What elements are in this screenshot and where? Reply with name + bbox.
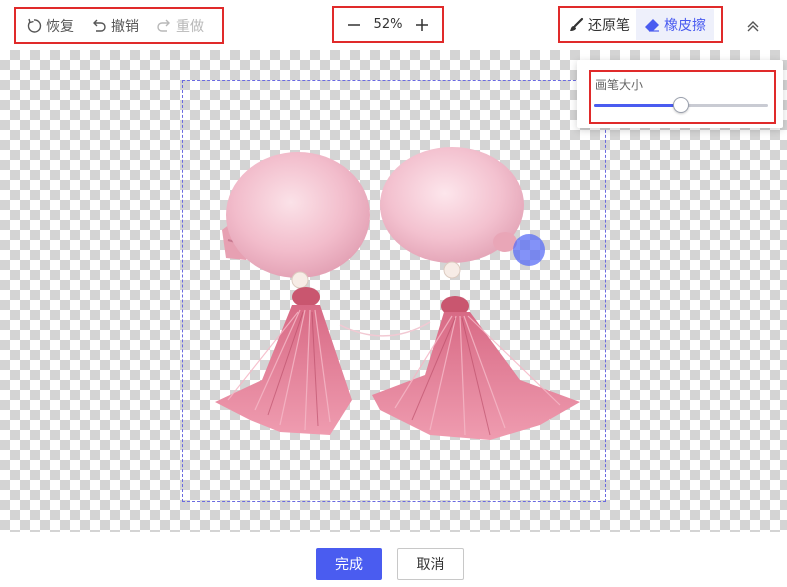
- chevron-double-up-icon[interactable]: [745, 18, 761, 34]
- confirm-button[interactable]: 完成: [316, 548, 382, 580]
- eraser-button[interactable]: 橡皮擦: [636, 9, 714, 40]
- undo-arrow-icon: [93, 19, 106, 32]
- eraser-label: 橡皮擦: [664, 17, 706, 34]
- editor-toolbar: 恢复 撤销 重做 52% 还原笔 橡皮擦: [0, 0, 787, 50]
- brush-size-label: 画笔大小: [595, 78, 644, 92]
- brush-size-slider-thumb[interactable]: [673, 97, 689, 113]
- redo-arrow-icon: [157, 19, 170, 32]
- tools-group: 还原笔 橡皮擦: [558, 6, 723, 43]
- zoom-group: 52%: [332, 6, 444, 43]
- plus-icon[interactable]: [414, 17, 430, 33]
- undo-button[interactable]: 撤销: [91, 16, 139, 36]
- eraser-icon: [645, 18, 659, 32]
- redo-button[interactable]: 重做: [156, 16, 204, 36]
- zoom-value: 52%: [373, 17, 403, 32]
- history-group: 恢复 撤销 重做: [14, 7, 224, 44]
- restore-label: 恢复: [46, 18, 74, 35]
- brush-size-slider[interactable]: [594, 97, 768, 113]
- footer-bar: 完成 取消: [0, 532, 787, 587]
- restore-brush-label: 还原笔: [588, 17, 630, 34]
- undo-label: 撤销: [111, 18, 139, 35]
- cancel-button[interactable]: 取消: [397, 548, 464, 580]
- brush-size-slider-fill: [594, 104, 681, 107]
- rotate-ccw-icon: [27, 18, 42, 33]
- restore-brush-button[interactable]: 还原笔: [568, 15, 630, 35]
- minus-icon[interactable]: [346, 17, 362, 33]
- restore-button[interactable]: 恢复: [26, 16, 74, 36]
- redo-label: 重做: [176, 18, 204, 35]
- brush-icon: [570, 17, 584, 31]
